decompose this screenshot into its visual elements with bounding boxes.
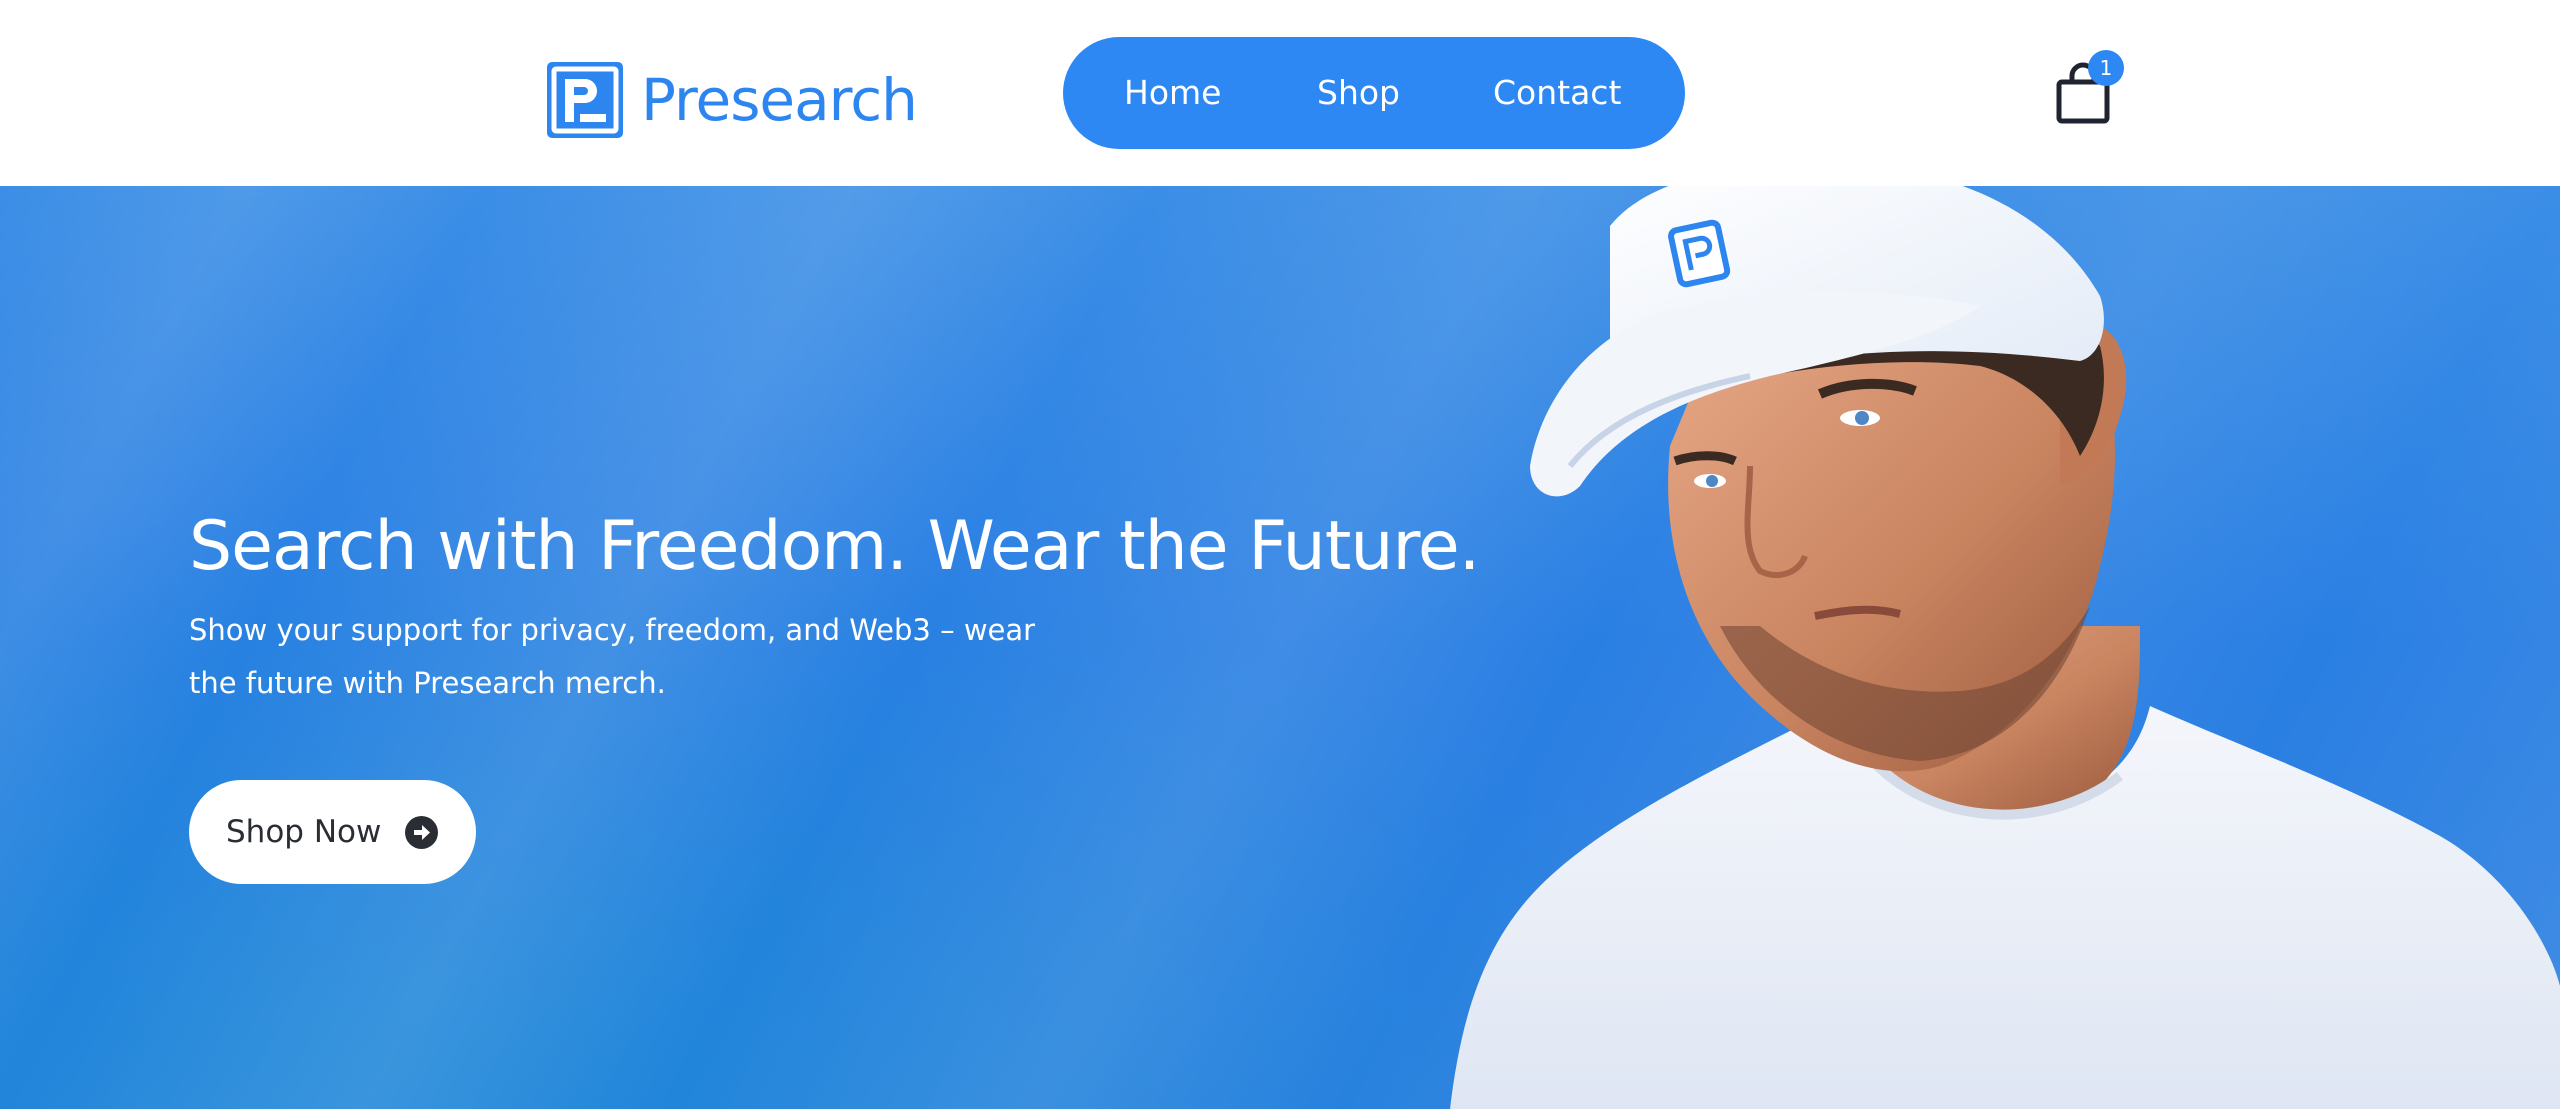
nav-home-link[interactable]: Home xyxy=(1124,73,1221,113)
shop-now-label: Shop Now xyxy=(226,814,382,850)
hero-subtitle: Show your support for privacy, freedom, … xyxy=(189,613,1036,700)
arrow-right-circle-icon xyxy=(405,816,438,849)
cart-count-badge: 1 xyxy=(2088,50,2124,86)
hero-title: Search with Freedom. Wear the Future. xyxy=(189,507,1480,586)
main-navigation: Home Shop Contact xyxy=(1063,37,1685,149)
hero-banner: Search with Freedom. Wear the Future. Sh… xyxy=(0,186,2560,1109)
presearch-logo-link[interactable]: Presearch xyxy=(547,62,918,138)
shop-now-button[interactable]: Shop Now xyxy=(189,780,476,884)
cart-button[interactable]: 1 xyxy=(2050,50,2130,130)
presearch-logo-icon xyxy=(547,62,623,138)
logo-wordmark: Presearch xyxy=(641,66,918,134)
nav-contact-link[interactable]: Contact xyxy=(1493,73,1621,113)
nav-shop-link[interactable]: Shop xyxy=(1317,73,1400,113)
hero-model-image xyxy=(1450,186,2560,1109)
site-header: Presearch Home Shop Contact 1 xyxy=(0,0,2560,186)
